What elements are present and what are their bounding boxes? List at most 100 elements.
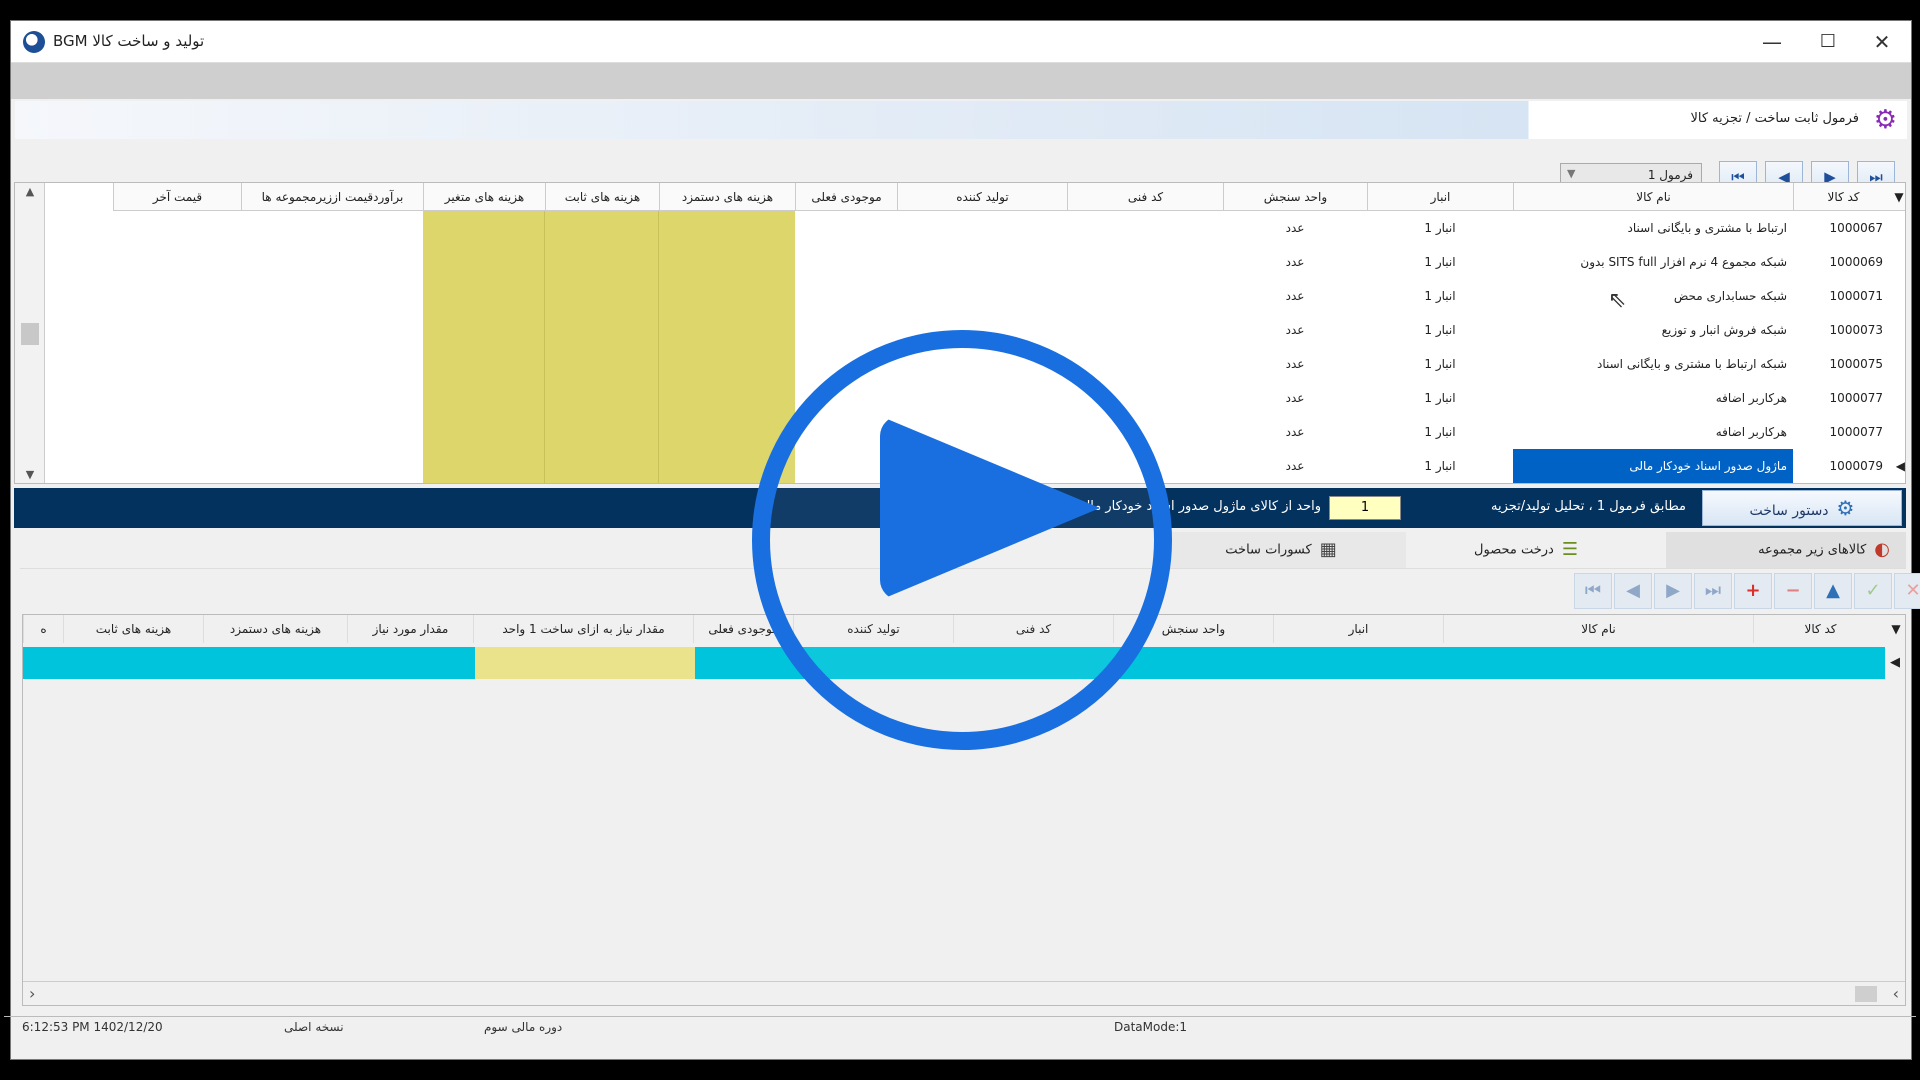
table-icon: ▦ <box>1319 539 1337 560</box>
tab-subitems-label: کالاهای زیر مجموعه <box>1758 542 1867 558</box>
cell-code[interactable]: 1000079 <box>1795 449 1891 483</box>
scroll-up-icon[interactable]: ▲ <box>15 185 45 198</box>
col-header-tech-code[interactable]: کد فنی <box>1067 183 1223 211</box>
scroll-down-icon[interactable]: ▼ <box>15 468 45 481</box>
col-header-stock[interactable]: موجودی فعلی <box>795 183 897 211</box>
tab-deductions[interactable]: ▦ کسورات ساخت <box>1156 532 1406 568</box>
cell-code[interactable]: 1000077 <box>1795 381 1891 415</box>
cell-warehouse[interactable]: انبار 1 <box>1367 347 1513 381</box>
tab-product-tree-label: درخت محصول <box>1474 542 1554 558</box>
col2-header-labor-cost[interactable]: هزینه های دستمزد <box>203 615 347 643</box>
new-row-qty-cell[interactable] <box>475 647 695 679</box>
col-header-last-price[interactable]: قیمت آخر <box>113 183 241 211</box>
col-header-warehouse[interactable]: انبار <box>1367 183 1513 211</box>
cell-code[interactable]: 1000071 <box>1795 279 1891 313</box>
detail-first-button[interactable]: ⏮ <box>1574 573 1612 609</box>
cell-warehouse[interactable]: انبار 1 <box>1367 211 1513 245</box>
formula-select-value: فرمول 1 <box>1647 168 1693 182</box>
cell-warehouse[interactable]: انبار 1 <box>1367 245 1513 279</box>
play-icon[interactable] <box>880 416 1100 600</box>
scroll-right-icon[interactable]: › <box>1893 984 1899 1003</box>
cell-name[interactable]: شبکه مجموع 4 نرم افزار SITS full بدون <box>1513 245 1793 279</box>
hscroll-thumb[interactable] <box>1855 986 1877 1002</box>
chevron-down-icon: ▼ <box>1567 167 1576 180</box>
cell-warehouse[interactable]: انبار 1 <box>1367 449 1513 483</box>
build-quantity-input[interactable]: 1 <box>1329 496 1401 520</box>
cell-warehouse[interactable]: انبار 1 <box>1367 415 1513 449</box>
cell-name[interactable]: شبکه فروش انبار و توزیع <box>1513 313 1793 347</box>
cell-name[interactable]: شبکه ارتباط با مشتری و بایگانی اسناد <box>1513 347 1793 381</box>
tab-subitems[interactable]: ◐ کالاهای زیر مجموعه <box>1666 532 1906 568</box>
col-header-estimate[interactable]: برآوردقیمت اززیرمجموعه ها <box>241 183 423 211</box>
cell-name[interactable]: ماژول صدور اسناد خودکار مالی <box>1513 449 1793 483</box>
cell-unit[interactable]: عدد <box>1223 449 1367 483</box>
col2-header-required-qty[interactable]: مقدار مورد نیاز <box>347 615 473 643</box>
status-db: DataMode:1 <box>1114 1020 1188 1034</box>
cell-name[interactable]: هرکاربر اضافه <box>1513 415 1793 449</box>
col2-header-name[interactable]: نام کالا <box>1443 615 1753 643</box>
cell-warehouse[interactable]: انبار 1 <box>1367 279 1513 313</box>
cell-code[interactable]: 1000073 <box>1795 313 1891 347</box>
col-header-fixed-cost[interactable]: هزینه های ثابت <box>545 183 659 211</box>
maximize-button[interactable]: ☐ <box>1801 25 1855 59</box>
cell-warehouse[interactable]: انبار 1 <box>1367 381 1513 415</box>
cell-unit[interactable]: عدد <box>1223 313 1367 347</box>
scroll-left-icon[interactable]: ‹ <box>29 984 35 1003</box>
gear-icon: ⚙ <box>1873 105 1897 135</box>
col-header-name[interactable]: نام کالا <box>1513 183 1793 211</box>
new-row-rest[interactable] <box>23 647 475 679</box>
cell-name[interactable]: هرکاربر اضافه <box>1513 381 1793 415</box>
title-bar: تولید و ساخت کالا BGM — ☐ ✕ <box>11 21 1911 63</box>
confirm-button[interactable]: ✓ <box>1854 573 1892 609</box>
col2-header-fixed-cost[interactable]: هزینه های ثابت <box>63 615 203 643</box>
col2-header-code[interactable]: کد کالا <box>1753 615 1887 643</box>
variable-cost-column <box>423 211 545 483</box>
move-up-button[interactable]: ▲ <box>1814 573 1852 609</box>
detail-next-button[interactable]: ▶ <box>1654 573 1692 609</box>
col-header-code[interactable]: کد کالا <box>1793 183 1893 211</box>
build-message-prefix: مطابق فرمول 1 ، تحلیل تولید/تجزیه <box>1491 499 1686 514</box>
col-header-producer[interactable]: تولید کننده <box>897 183 1067 211</box>
cell-code[interactable]: 1000077 <box>1795 415 1891 449</box>
cell-unit[interactable]: عدد <box>1223 381 1367 415</box>
col-header-variable-cost[interactable]: هزینه های متغیر <box>423 183 545 211</box>
cell-code[interactable]: 1000069 <box>1795 245 1891 279</box>
build-order-button[interactable]: ⚙ دستور ساخت <box>1702 490 1902 526</box>
cell-unit[interactable]: عدد <box>1223 415 1367 449</box>
cell-unit[interactable]: عدد <box>1223 279 1367 313</box>
col-header-unit[interactable]: واحد سنجش <box>1223 183 1367 211</box>
sort-indicator-icon: ▼ <box>1893 183 1905 211</box>
scroll-thumb[interactable] <box>21 323 39 345</box>
row-indicator-icon: ◀ <box>1885 647 1905 679</box>
col2-header-more[interactable]: ه <box>23 615 63 643</box>
horizontal-scrollbar[interactable]: › ‹ <box>23 981 1905 1005</box>
build-order-button-label: دستور ساخت <box>1749 503 1829 519</box>
cell-unit[interactable]: عدد <box>1223 211 1367 245</box>
col-header-labor-cost[interactable]: هزینه های دستمزد <box>659 183 795 211</box>
detail-last-button[interactable]: ⏭ <box>1694 573 1732 609</box>
cell-code[interactable]: 1000067 <box>1795 211 1891 245</box>
status-bar: 6:12:53 PM 1402/12/20 نسخه اصلی دوره مال… <box>4 1016 1916 1038</box>
cell-unit[interactable]: عدد <box>1223 245 1367 279</box>
add-row-button[interactable]: + <box>1734 573 1772 609</box>
col2-header-qty-per-unit[interactable]: مقدار نیاز به ازای ساخت 1 واحد <box>473 615 693 643</box>
col2-header-warehouse[interactable]: انبار <box>1273 615 1443 643</box>
cancel-button[interactable]: ✕ <box>1894 573 1920 609</box>
minimize-button[interactable]: — <box>1745 25 1799 59</box>
labor-cost-column <box>659 211 795 483</box>
status-period: دوره مالی سوم <box>484 1020 563 1034</box>
window-title: تولید و ساخت کالا BGM <box>53 32 205 50</box>
close-button[interactable]: ✕ <box>1855 25 1909 59</box>
vertical-scrollbar[interactable]: ▲ ▼ <box>15 183 45 483</box>
subitems-icon: ◐ <box>1874 539 1890 560</box>
cell-name[interactable]: شبکه حسابداری محض <box>1513 279 1793 313</box>
cell-warehouse[interactable]: انبار 1 <box>1367 313 1513 347</box>
form-title: فرمول ثابت ساخت / تجزیه کالا <box>1690 111 1859 126</box>
delete-row-button[interactable]: − <box>1774 573 1812 609</box>
cell-name[interactable]: ارتباط با مشتری و بایگانی اسناد <box>1513 211 1793 245</box>
cell-code[interactable]: 1000075 <box>1795 347 1891 381</box>
sort-indicator-icon: ▼ <box>1891 622 1901 636</box>
tab-product-tree[interactable]: ☰ درخت محصول <box>1406 532 1646 568</box>
cell-unit[interactable]: عدد <box>1223 347 1367 381</box>
detail-prev-button[interactable]: ◀ <box>1614 573 1652 609</box>
